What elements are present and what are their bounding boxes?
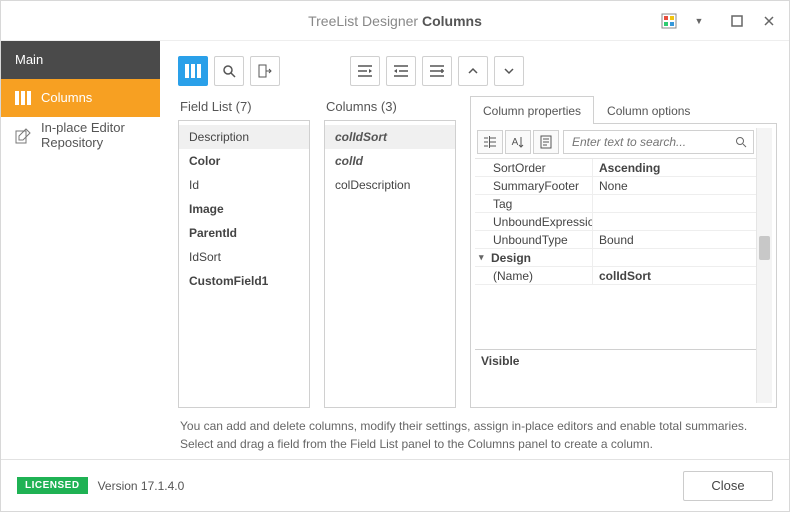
property-value[interactable]: Bound (593, 231, 756, 248)
maximize-icon[interactable] (723, 7, 751, 35)
tab-column-options[interactable]: Column options (594, 96, 703, 124)
categorized-icon[interactable] (477, 130, 503, 154)
list-item[interactable]: ParentId (179, 221, 309, 245)
property-name: (Name) (475, 267, 593, 284)
property-name: Tag (475, 195, 593, 212)
move-up-button[interactable] (458, 56, 488, 86)
property-category[interactable]: Design (475, 249, 756, 267)
property-tabs: Column properties Column options (470, 95, 777, 124)
list-item[interactable]: colId (325, 149, 455, 173)
search-button[interactable] (214, 56, 244, 86)
field-list-box[interactable]: DescriptionColorIdImageParentIdIdSortCus… (178, 120, 310, 408)
property-value[interactable] (593, 195, 756, 212)
license-badge: LICENSED (17, 477, 88, 494)
property-grid[interactable]: SortOrderAscendingSummaryFooterNoneTagUn… (475, 158, 756, 349)
property-scrollbar[interactable] (756, 128, 772, 403)
search-icon (735, 136, 747, 148)
sidebar-label: Columns (41, 91, 92, 106)
property-name: SummaryFooter (475, 177, 593, 194)
footer: LICENSED Version 17.1.4.0 Close (1, 459, 789, 511)
property-name: UnboundType (475, 231, 593, 248)
tab-column-properties[interactable]: Column properties (470, 96, 594, 124)
list-item[interactable]: Color (179, 149, 309, 173)
property-name: SortOrder (475, 159, 593, 176)
toolbar (178, 51, 777, 91)
property-row[interactable]: UnboundExpressio (475, 213, 756, 231)
list-item[interactable]: Image (179, 197, 309, 221)
window-controls: ▼ (655, 1, 783, 41)
property-description: Visible (475, 349, 756, 403)
sidebar-label: Main (15, 53, 43, 68)
export-button[interactable] (250, 56, 280, 86)
indent-right-button[interactable] (386, 56, 416, 86)
property-toolbar: A (475, 128, 756, 156)
close-button[interactable]: Close (683, 471, 773, 501)
property-value[interactable]: None (593, 177, 756, 194)
property-row[interactable]: UnboundTypeBound (475, 231, 756, 249)
list-item[interactable]: Description (179, 125, 309, 149)
property-row[interactable]: SortOrderAscending (475, 159, 756, 177)
title-prefix: TreeList Designer (308, 13, 418, 29)
property-row[interactable]: SummaryFooterNone (475, 177, 756, 195)
edit-icon (15, 128, 31, 144)
designer-window: TreeList Designer Columns ▼ Main Columns (0, 0, 790, 512)
sidebar: Main Columns In-place Editor Repository (1, 41, 160, 459)
panels: Field List (7) DescriptionColorIdImagePa… (178, 95, 777, 408)
list-item[interactable]: Id (179, 173, 309, 197)
sidebar-item-columns[interactable]: Columns (1, 79, 160, 117)
field-list-panel: Field List (7) DescriptionColorIdImagePa… (178, 95, 310, 408)
close-icon[interactable] (755, 7, 783, 35)
body: Main Columns In-place Editor Repository (1, 41, 789, 459)
property-pages-icon[interactable] (533, 130, 559, 154)
columns-icon (15, 91, 31, 105)
list-item[interactable]: colIdSort (325, 125, 455, 149)
property-box: A SortOrderAscendingSummaryFo (470, 124, 777, 408)
alphabetical-icon[interactable]: A (505, 130, 531, 154)
property-value[interactable] (593, 213, 756, 230)
version-label: Version 17.1.4.0 (98, 479, 185, 493)
list-item[interactable]: colDescription (325, 173, 455, 197)
property-value[interactable]: Ascending (593, 159, 756, 176)
indent-left-button[interactable] (350, 56, 380, 86)
view-columns-button[interactable] (178, 56, 208, 86)
list-item[interactable]: IdSort (179, 245, 309, 269)
title-section: Columns (422, 13, 482, 29)
window-title: TreeList Designer Columns (308, 13, 482, 29)
property-value[interactable]: colIdSort (593, 267, 756, 284)
sidebar-item-repository[interactable]: In-place Editor Repository (1, 117, 160, 155)
property-row[interactable]: Tag (475, 195, 756, 213)
titlebar: TreeList Designer Columns ▼ (1, 1, 789, 41)
field-list-title: Field List (7) (180, 99, 310, 114)
sidebar-label: In-place Editor Repository (41, 121, 146, 151)
hint-text: You can add and delete columns, modify t… (178, 408, 777, 453)
property-search[interactable] (563, 130, 754, 154)
search-input[interactable] (570, 134, 731, 150)
property-row[interactable]: (Name)colIdSort (475, 267, 756, 285)
move-down-button[interactable] (494, 56, 524, 86)
skin-dropdown-icon[interactable]: ▼ (685, 7, 713, 35)
columns-title: Columns (3) (326, 99, 456, 114)
columns-panel: Columns (3) colIdSortcolIdcolDescription (324, 95, 456, 408)
category-label: Design (475, 249, 593, 266)
scrollbar-thumb[interactable] (759, 236, 770, 260)
main-area: Field List (7) DescriptionColorIdImagePa… (160, 41, 789, 459)
columns-box[interactable]: colIdSortcolIdcolDescription (324, 120, 456, 408)
footer-left: LICENSED Version 17.1.4.0 (17, 477, 184, 494)
properties-panel: Column properties Column options A (470, 95, 777, 408)
sidebar-item-main[interactable]: Main (1, 41, 160, 79)
skin-picker-icon[interactable] (655, 7, 683, 35)
insert-column-button[interactable] (422, 56, 452, 86)
property-name: UnboundExpressio (475, 213, 593, 230)
list-item[interactable]: CustomField1 (179, 269, 309, 293)
